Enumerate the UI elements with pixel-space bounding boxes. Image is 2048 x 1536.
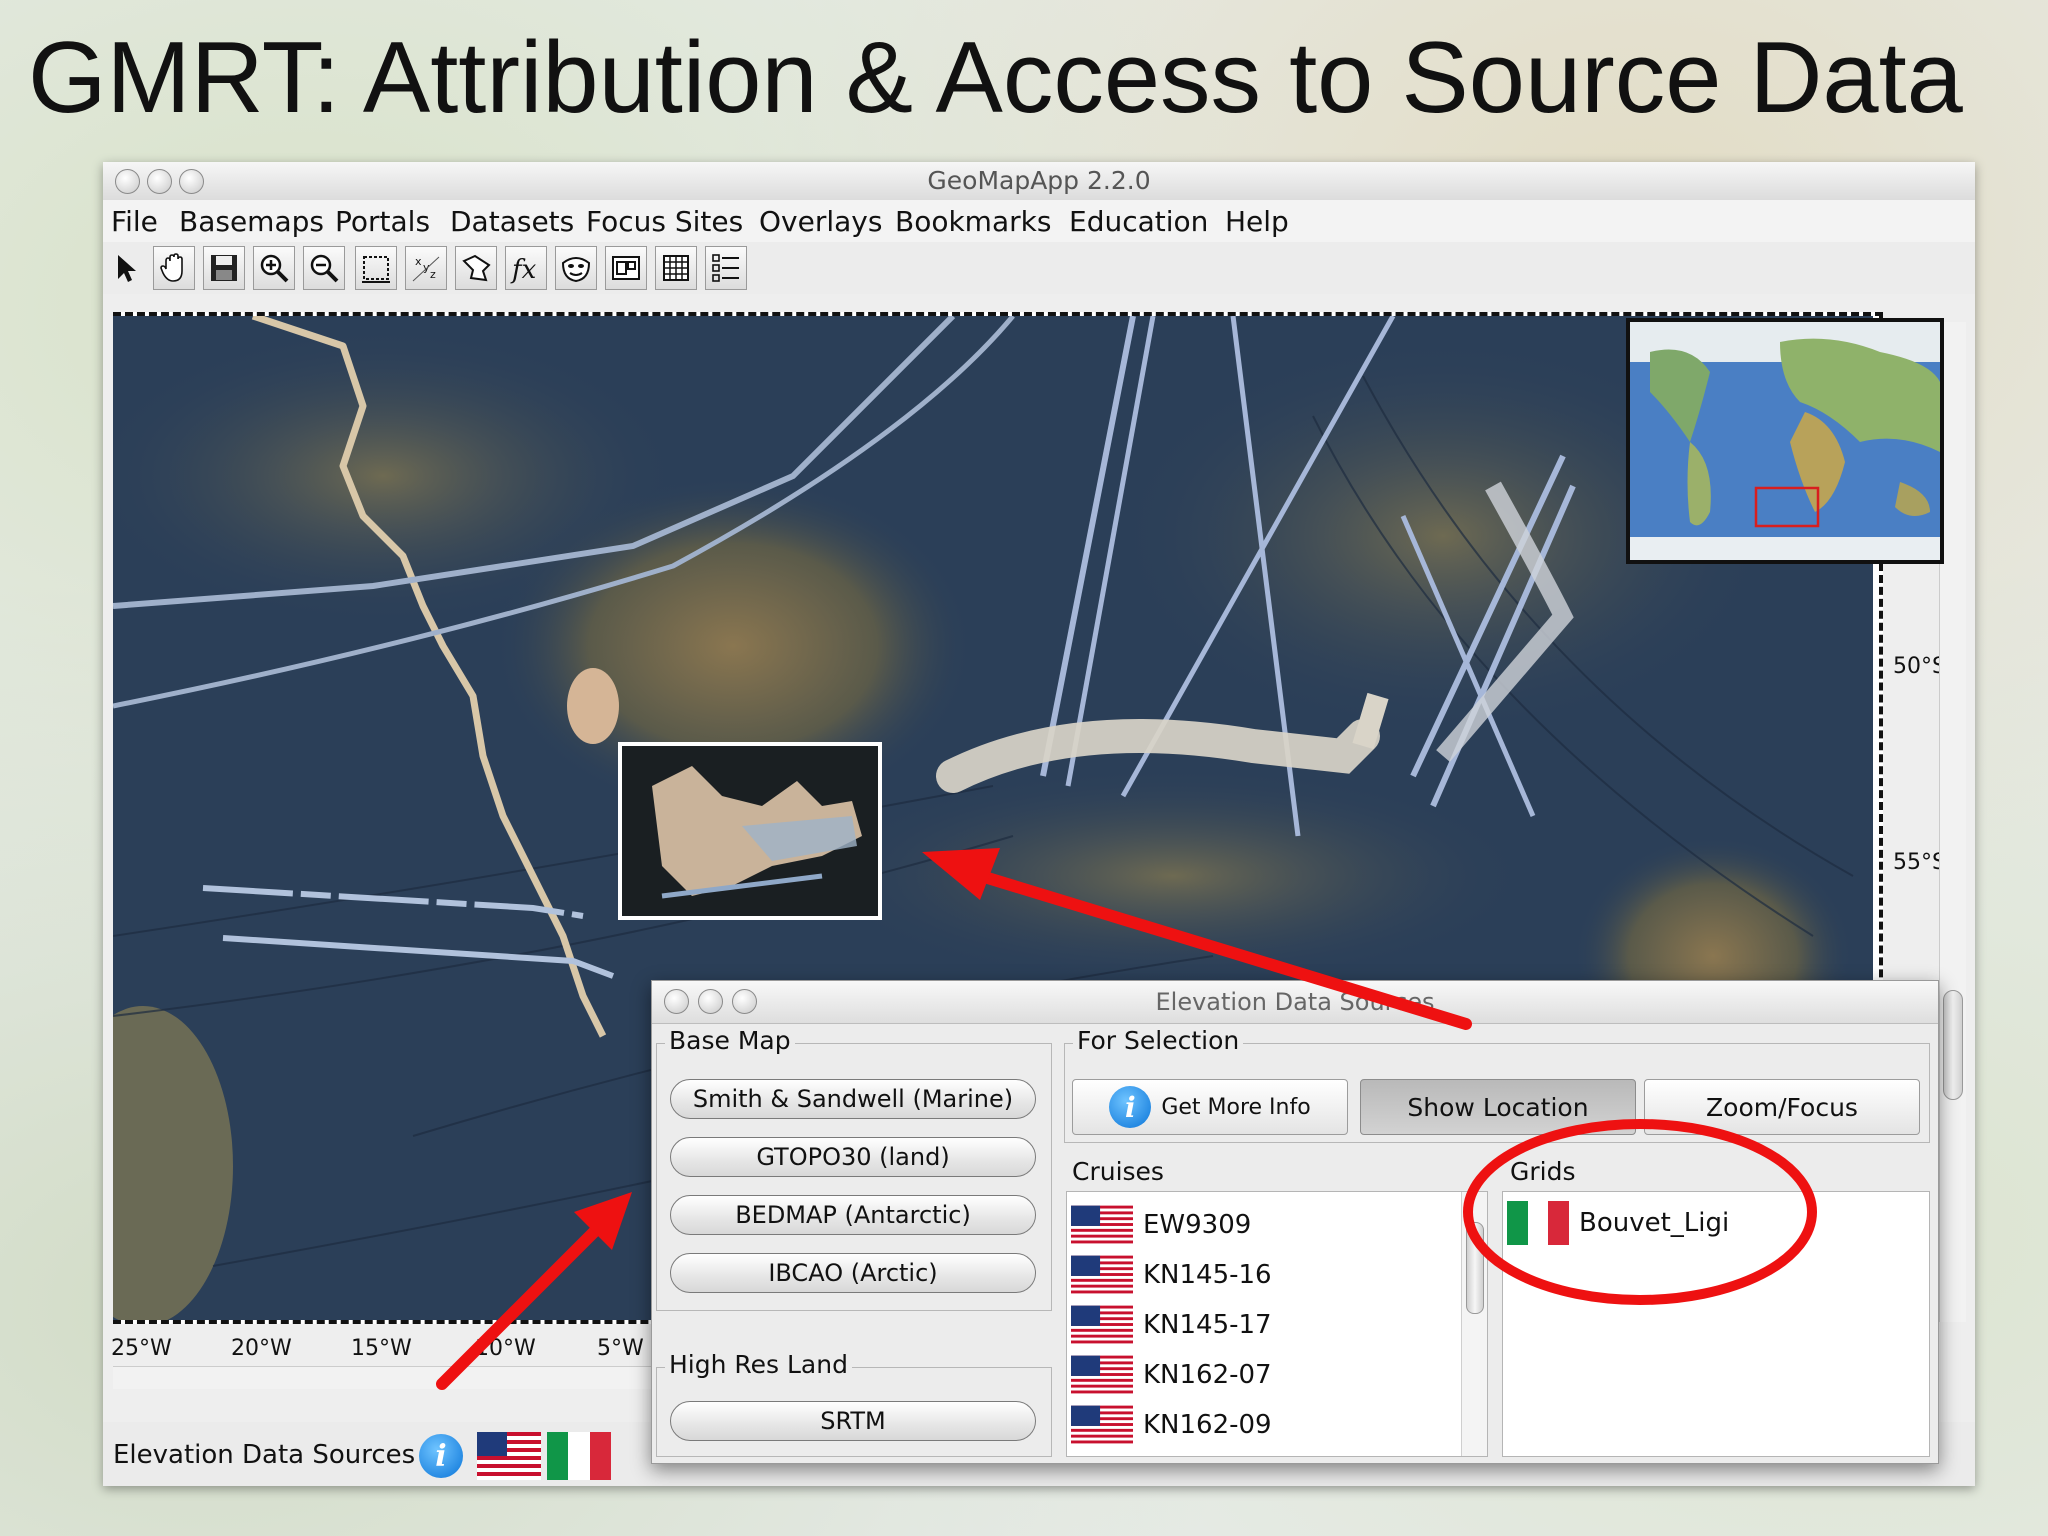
svg-text:z: z (430, 268, 436, 281)
menu-overlays[interactable]: Overlays (759, 205, 882, 238)
zoom-focus-button[interactable]: Zoom/Focus (1644, 1079, 1920, 1135)
save-icon (211, 255, 237, 281)
dialog-titlebar: Elevation Data Sources (652, 981, 1938, 1024)
scrollbar-thumb[interactable] (1943, 990, 1963, 1100)
cruise-name: KN162-09 (1143, 1410, 1272, 1440)
bedmap-button[interactable]: BEDMAP (Antarctic) (670, 1195, 1036, 1235)
grid-icon (663, 255, 689, 281)
us-flag-icon (1071, 1305, 1133, 1345)
lon-label-20w: 20°W (231, 1336, 292, 1361)
world-overview-map (1630, 322, 1940, 560)
us-flag-icon[interactable] (477, 1432, 541, 1480)
list-item[interactable]: EW9309 (1071, 1202, 1251, 1248)
us-flag-icon (1071, 1355, 1133, 1395)
scrollbar-thumb[interactable] (1466, 1222, 1484, 1314)
profile-icon (462, 254, 491, 282)
lon-label-5w: 5°W (597, 1336, 644, 1361)
us-flag-icon (1071, 1205, 1133, 1245)
menu-file[interactable]: File (111, 205, 158, 238)
list-item[interactable]: KN145-16 (1071, 1252, 1272, 1298)
frame-icon (612, 256, 640, 280)
base-map-label: Base Map (665, 1026, 795, 1055)
grid-tool[interactable] (655, 246, 697, 290)
list-tool[interactable] (705, 246, 747, 290)
pointer-tool[interactable] (109, 246, 143, 290)
menu-focus-sites[interactable]: Focus Sites (586, 205, 743, 238)
cruises-label: Cruises (1068, 1157, 1168, 1186)
cruise-name: EW9309 (1143, 1210, 1252, 1240)
menu-datasets[interactable]: Datasets (450, 205, 574, 238)
zoom-in-tool[interactable] (253, 246, 295, 290)
mask-icon (561, 257, 591, 283)
smith-sandwell-button[interactable]: Smith & Sandwell (Marine) (670, 1079, 1036, 1119)
list-item[interactable]: KN145-17 (1071, 1302, 1272, 1348)
show-location-button[interactable]: Show Location (1360, 1079, 1636, 1135)
zoom-in-icon (260, 254, 289, 283)
list-item[interactable]: Bouvet_Ligi (1507, 1200, 1729, 1246)
gtopo30-button[interactable]: GTOPO30 (land) (670, 1137, 1036, 1177)
xyz-tool[interactable]: xyz (405, 246, 447, 290)
high-res-land-label: High Res Land (665, 1350, 852, 1379)
frame-tool[interactable] (605, 246, 647, 290)
cruise-name: KN145-16 (1143, 1260, 1272, 1290)
svg-text:x: x (415, 255, 422, 268)
us-flag-icon (1071, 1255, 1133, 1295)
profile-tool[interactable] (455, 246, 497, 290)
xyz-icon: x yz (412, 255, 440, 282)
slide-title: GMRT: Attribution & Access to Source Dat… (28, 22, 1963, 134)
get-more-info-label: Get More Info (1161, 1094, 1311, 1120)
info-icon[interactable]: i (419, 1434, 463, 1478)
grids-list[interactable]: Bouvet_Ligi (1502, 1191, 1930, 1457)
us-flag-icon (1071, 1405, 1133, 1445)
grids-label: Grids (1506, 1157, 1580, 1186)
elevation-data-sources-dialog: Elevation Data Sources Base Map Smith & … (651, 980, 1939, 1464)
menu-basemaps[interactable]: Basemaps (179, 205, 324, 238)
toolbar: xyz fx (103, 242, 1975, 294)
menu-help[interactable]: Help (1225, 205, 1289, 238)
lon-label-10w: 10°W (475, 1336, 536, 1361)
cruise-name: KN162-07 (1143, 1360, 1272, 1390)
menubar: File Basemaps Portals Datasets Focus Sit… (103, 200, 1975, 243)
window-titlebar: GeoMapApp 2.2.0 (103, 162, 1975, 201)
lon-label-15w: 15°W (351, 1336, 412, 1361)
menu-portals[interactable]: Portals (335, 205, 430, 238)
fx-icon: fx (510, 255, 537, 285)
dialog-title: Elevation Data Sources (1155, 988, 1435, 1016)
pan-hand-icon (160, 253, 183, 282)
list-item[interactable]: KN162-09 (1071, 1402, 1272, 1448)
get-more-info-button[interactable]: i Get More Info (1072, 1079, 1348, 1135)
italy-flag-icon[interactable] (547, 1432, 611, 1480)
grid-name: Bouvet_Ligi (1579, 1208, 1730, 1238)
pan-tool[interactable] (153, 246, 195, 290)
italy-flag-icon (1507, 1201, 1570, 1245)
fx-tool[interactable]: fx (505, 246, 547, 290)
select-area-tool[interactable] (355, 246, 397, 290)
menu-education[interactable]: Education (1069, 205, 1208, 238)
bouvet-grid-footprint (622, 746, 878, 916)
lon-label-25w: 25°W (111, 1336, 172, 1361)
window-title: GeoMapApp 2.2.0 (927, 166, 1151, 195)
cruises-list[interactable]: EW9309 KN145-16 KN145-17 KN162-07 KN162-… (1066, 1191, 1488, 1457)
svg-text:y: y (423, 261, 430, 274)
cruises-scrollbar[interactable] (1461, 1192, 1487, 1456)
ibcao-button[interactable]: IBCAO (Arctic) (670, 1253, 1036, 1293)
grid-location-highlight (618, 742, 882, 920)
elevation-data-sources-label: Elevation Data Sources (113, 1440, 416, 1470)
pointer-icon (118, 255, 136, 282)
for-selection-label: For Selection (1073, 1026, 1244, 1055)
info-icon: i (1109, 1086, 1152, 1128)
mask-tool[interactable] (555, 246, 597, 290)
menu-bookmarks[interactable]: Bookmarks (895, 205, 1051, 238)
srtm-button[interactable]: SRTM (670, 1401, 1036, 1441)
cruise-name: KN145-17 (1143, 1310, 1272, 1340)
overview-inset-map[interactable] (1626, 318, 1944, 564)
select-area-icon (362, 256, 390, 283)
list-icon (712, 254, 739, 282)
zoom-out-icon (310, 254, 339, 283)
svg-text:fx: fx (510, 255, 537, 285)
zoom-out-tool[interactable] (303, 246, 345, 290)
save-tool[interactable] (203, 246, 245, 290)
list-item[interactable]: KN162-07 (1071, 1352, 1272, 1398)
